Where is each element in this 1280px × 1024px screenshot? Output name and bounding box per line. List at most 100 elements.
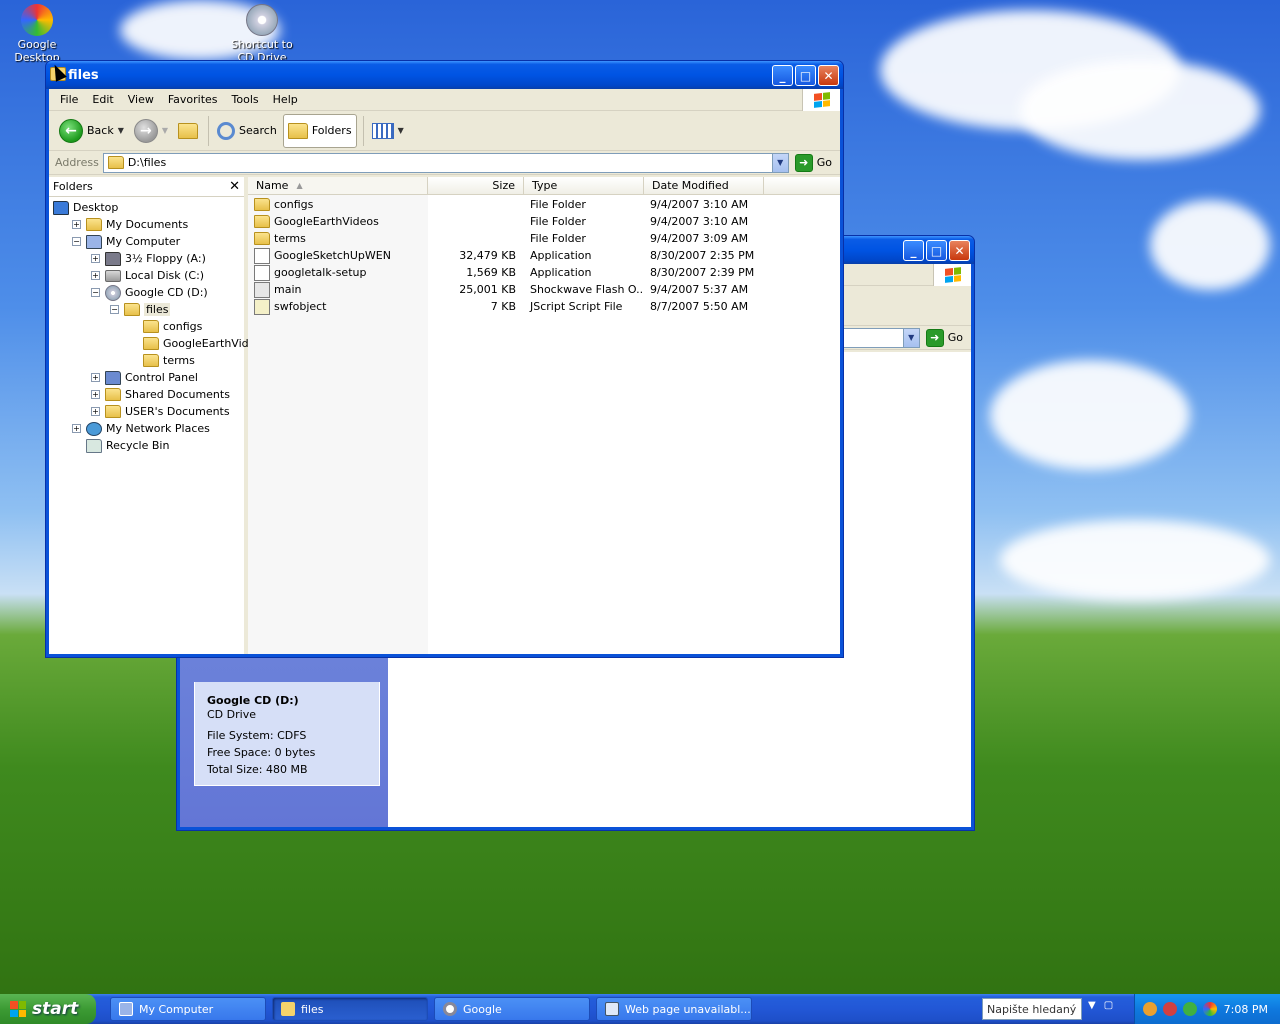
column-label: Name	[256, 179, 289, 192]
addressbar: Address D:\files ▼ ➜ Go	[49, 151, 840, 175]
desktop-icon-google-desktop[interactable]: Google Desktop	[0, 4, 77, 64]
tree-item[interactable]: − My Computer	[49, 233, 244, 250]
file-row[interactable]: googletalk-setup 1,569 KB Application 8/30/…	[248, 264, 840, 281]
tree-item[interactable]: + My Documents	[49, 216, 244, 233]
search-button[interactable]: Search	[213, 114, 281, 148]
desktop-icon-cd-shortcut[interactable]: Shortcut to CD Drive	[222, 4, 302, 64]
taskbar-item-google[interactable]: Google	[434, 997, 590, 1021]
tree-item[interactable]: configs	[49, 318, 244, 335]
folder-icon	[105, 405, 121, 418]
restore-icon[interactable]: ▢	[1104, 1000, 1113, 1011]
back-button[interactable]: ← Back ▼	[55, 114, 128, 148]
chevron-down-icon[interactable]: ▼	[398, 126, 404, 135]
minimize-button[interactable]: _	[903, 240, 924, 261]
tree-item[interactable]: + Local Disk (C:)	[49, 267, 244, 284]
search-icon	[217, 121, 236, 140]
address-field[interactable]: D:\files ▼	[102, 152, 789, 173]
forward-button[interactable]: → ▼	[130, 114, 172, 148]
column-header-date[interactable]: Date Modified	[644, 177, 764, 194]
tree-item[interactable]: terms	[49, 352, 244, 369]
tree-expander-icon[interactable]: −	[91, 288, 100, 297]
tree-item[interactable]: Desktop	[49, 199, 244, 216]
network-icon[interactable]	[1143, 1002, 1157, 1016]
tree-item[interactable]: − files	[49, 301, 244, 318]
start-button[interactable]: start	[0, 994, 96, 1024]
menu-favorites[interactable]: Favorites	[161, 93, 225, 106]
security-icon[interactable]	[1163, 1002, 1177, 1016]
taskbar-item-files[interactable]: files	[272, 997, 428, 1021]
tree-expander-icon[interactable]: +	[72, 424, 81, 433]
menu-view[interactable]: View	[121, 93, 161, 106]
file-date: 8/30/2007 2:39 PM	[650, 266, 755, 279]
minimize-button[interactable]: _	[772, 65, 793, 86]
tree-item[interactable]: Recycle Bin	[49, 437, 244, 454]
column-header-name[interactable]: Name ▲	[248, 177, 428, 194]
file-type: JScript Script File	[530, 300, 623, 313]
maximize-button[interactable]: □	[795, 65, 816, 86]
file-row[interactable]: configs File Folder 9/4/2007 3:10 AM	[248, 196, 840, 213]
go-arrow-icon: ➜	[925, 328, 944, 347]
google-icon[interactable]	[1203, 1002, 1217, 1016]
chevron-down-icon[interactable]: ▼	[902, 328, 919, 347]
chevron-down-icon[interactable]: ▼	[771, 153, 788, 172]
tree-expander-icon[interactable]: +	[91, 407, 100, 416]
tree-expander-icon[interactable]: +	[91, 271, 100, 280]
clock[interactable]: 7:08 PM	[1224, 1003, 1280, 1016]
tree-item[interactable]: +3½ Floppy (A:)	[49, 250, 244, 267]
chevron-down-icon[interactable]: ▼	[162, 126, 168, 135]
chevron-down-icon[interactable]: ▼	[1088, 1000, 1096, 1011]
back-go-button[interactable]: ➜ Go	[920, 328, 971, 347]
close-button[interactable]: ✕	[949, 240, 970, 261]
tree-expander-icon[interactable]: +	[91, 390, 100, 399]
tree-expander-icon[interactable]: +	[72, 220, 81, 229]
file-date: 9/4/2007 3:10 AM	[650, 215, 749, 228]
column-header-size[interactable]: Size	[428, 177, 524, 194]
file-row[interactable]: terms File Folder 9/4/2007 3:09 AM	[248, 230, 840, 247]
menu-file[interactable]: File	[53, 93, 85, 106]
file-row[interactable]: GoogleSketchUpWEN 32,479 KB Application 8/3…	[248, 247, 840, 264]
sync-icon[interactable]	[1183, 1002, 1197, 1016]
files-window[interactable]: files _ □ ✕ File Edit View Favorites Too…	[45, 60, 844, 658]
tree-item[interactable]: GoogleEarthVideos	[49, 335, 268, 352]
maximize-button[interactable]: □	[926, 240, 947, 261]
folders-button[interactable]: Folders	[282, 113, 357, 148]
window-titlebar[interactable]: files _ □ ✕	[46, 61, 843, 89]
tree-expander-icon[interactable]: +	[91, 254, 100, 263]
menu-edit[interactable]: Edit	[85, 93, 120, 106]
taskbar-search-input[interactable]: Napište hledaný ...	[982, 998, 1082, 1020]
tree-item-label: My Computer	[106, 235, 181, 248]
close-button[interactable]: ✕	[818, 65, 839, 86]
tree-item[interactable]: + USER's Documents	[49, 403, 244, 420]
tree-item[interactable]: + My Network Places	[49, 420, 244, 437]
tree-expander-icon[interactable]: −	[72, 237, 81, 246]
drive-kind: CD Drive	[207, 708, 256, 721]
flash-icon	[254, 281, 270, 298]
column-header-type[interactable]: Type	[524, 177, 644, 194]
tree-expander-icon[interactable]: +	[91, 373, 100, 382]
close-icon[interactable]: ✕	[229, 179, 240, 194]
file-row[interactable]: main 25,001 KB Shockwave Flash O... 9/4/200…	[248, 281, 840, 298]
tree-item[interactable]: − Google CD (D:)	[49, 284, 244, 301]
tree-item[interactable]: + Shared Documents	[49, 386, 244, 403]
file-row[interactable]: swfobject 7 KB JScript Script File 8/7/2007…	[248, 298, 840, 315]
go-label: Go	[816, 156, 832, 169]
taskbar-item-my-computer[interactable]: My Computer	[110, 997, 266, 1021]
menu-help[interactable]: Help	[266, 93, 305, 106]
file-type: File Folder	[530, 232, 586, 245]
file-date: 8/7/2007 5:50 AM	[650, 300, 749, 313]
tree-item[interactable]: + Control Panel	[49, 369, 244, 386]
windows-logo-icon	[933, 264, 971, 286]
menu-tools[interactable]: Tools	[225, 93, 266, 106]
taskbar-item-web-page[interactable]: Web page unavailabl...	[596, 997, 752, 1021]
up-button[interactable]	[174, 114, 202, 148]
file-size: 32,479 KB	[459, 249, 516, 262]
chevron-down-icon[interactable]: ▼	[118, 126, 124, 135]
search-tray-buttons: ▼ ▢	[1088, 1000, 1113, 1011]
tree-item-label: Desktop	[73, 201, 119, 214]
go-button[interactable]: ➜ Go	[789, 153, 840, 172]
tree-expander-icon[interactable]: −	[110, 305, 119, 314]
file-row[interactable]: GoogleEarthVideos File Folder 9/4/2007 3:1…	[248, 213, 840, 230]
file-name: swfobject	[274, 300, 327, 313]
tree-item-label: Shared Documents	[125, 388, 230, 401]
views-button[interactable]: ▼	[368, 114, 408, 148]
